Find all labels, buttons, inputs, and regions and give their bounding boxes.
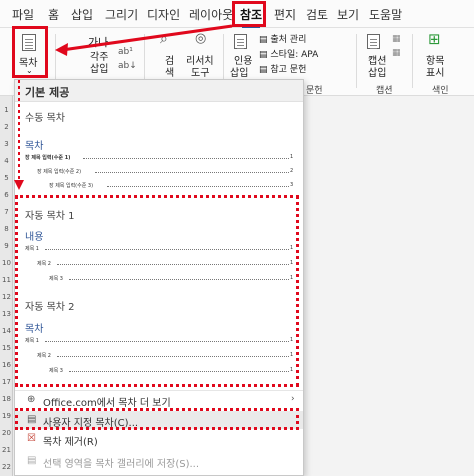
remove-toc-label: 목차 제거(R) xyxy=(43,437,98,448)
bibliography-label: 참고 문헌 xyxy=(270,65,307,75)
ruler-mark: 10 xyxy=(2,259,11,267)
style-value: APA xyxy=(301,50,319,60)
ruler-mark: 12 xyxy=(2,293,11,301)
preview-heading: 목차 xyxy=(25,141,44,152)
ruler-mark: 2 xyxy=(4,123,9,131)
tab-draw[interactable]: 그리기 xyxy=(105,6,138,23)
globe-icon: ⊕ xyxy=(27,394,36,405)
ruler-mark: 4 xyxy=(4,157,9,165)
gallery-item-name: 수동 목차 xyxy=(25,113,65,124)
toc-gallery-item-manual[interactable]: 수동 목차 목차 장 제목 입력(수준 1) 1 장 제목 입력(수준 2) 2… xyxy=(15,103,303,199)
tab-mailings[interactable]: 편지 xyxy=(274,6,296,23)
ruler-mark: 20 xyxy=(2,429,11,437)
preview-line: 장 제목 입력(수준 2) xyxy=(37,169,82,175)
tab-view[interactable]: 보기 xyxy=(337,6,359,23)
vertical-ruler: 1 2 3 4 5 6 7 8 9 10 11 12 13 14 15 16 1… xyxy=(0,96,13,476)
ruler-mark: 21 xyxy=(2,446,11,454)
researcher-label-2[interactable]: 도구 xyxy=(191,64,209,79)
manage-sources-label: 출처 관리 xyxy=(270,35,307,45)
panel-header: 기본 제공 xyxy=(15,80,303,102)
ruler-mark: 6 xyxy=(4,191,9,199)
preview-page: 3 xyxy=(290,182,294,188)
bibliography-button[interactable]: ▤ 참고 문헌 xyxy=(259,62,306,75)
remove-toc-item[interactable]: ☒ 목차 제거(R) xyxy=(15,430,303,448)
insert-caption-icon xyxy=(367,34,380,49)
mark-entry-icon[interactable]: ⊞ xyxy=(428,30,441,48)
tab-review[interactable]: 검토 xyxy=(306,6,328,23)
style-label: 스타일: xyxy=(270,50,299,60)
panel-header-label: 기본 제공 xyxy=(25,86,70,99)
footnote-next-icon[interactable]: ab↓ xyxy=(118,61,137,71)
ruler-mark: 18 xyxy=(2,395,11,403)
ruler-mark: 16 xyxy=(2,361,11,369)
tab-layout[interactable]: 레이아웃 xyxy=(189,6,233,23)
ruler-mark: 13 xyxy=(2,310,11,318)
ruler-mark: 17 xyxy=(2,378,11,386)
tab-design[interactable]: 디자인 xyxy=(147,6,180,23)
search-label-2[interactable]: 색 xyxy=(165,64,174,79)
style-select[interactable]: ▤ 스타일: APA xyxy=(259,47,318,60)
tab-home[interactable]: 홈 xyxy=(48,6,59,23)
save-to-gallery-label: 선택 영역을 목차 갤러리에 저장(S)... xyxy=(43,459,200,470)
bibliography-icon: ▤ xyxy=(259,65,268,75)
ruler-mark: 8 xyxy=(4,225,9,233)
ruler-mark: 3 xyxy=(4,140,9,148)
manage-sources-icon: ▤ xyxy=(259,35,268,45)
ruler-mark: 15 xyxy=(2,344,11,352)
more-toc-from-office-item[interactable]: ⊕ Office.com에서 목차 더 보기 › xyxy=(15,390,303,409)
ruler-mark: 9 xyxy=(4,242,9,250)
save-selection-icon: ▤ xyxy=(27,455,37,466)
ruler-mark: 14 xyxy=(2,327,11,335)
ruler-mark: 19 xyxy=(2,412,11,420)
ruler-mark: 1 xyxy=(4,106,9,114)
style-icon: ▤ xyxy=(259,50,268,60)
mark-entry-label-2[interactable]: 표시 xyxy=(426,64,444,79)
remove-toc-icon: ☒ xyxy=(27,433,36,444)
manage-sources-button[interactable]: ▤ 출처 관리 xyxy=(259,32,306,45)
ruler-mark: 7 xyxy=(4,208,9,216)
captions-group-name: 캡션 xyxy=(376,86,393,96)
researcher-icon[interactable]: ◎ xyxy=(195,31,206,46)
more-toc-label: Office.com에서 목차 더 보기 xyxy=(43,398,171,409)
toc-button-highlight xyxy=(12,26,48,78)
tab-help[interactable]: 도움말 xyxy=(369,6,402,23)
citations-group-name: 문헌 xyxy=(306,86,323,96)
auto-toc-highlight xyxy=(15,195,299,387)
ruler-mark: 5 xyxy=(4,174,9,182)
preview-page: 1 xyxy=(290,154,294,160)
references-tab-highlight xyxy=(232,1,266,27)
insert-citation-label-2[interactable]: 삽입 xyxy=(230,64,248,79)
tab-insert[interactable]: 삽입 xyxy=(71,6,93,23)
insert-citation-icon xyxy=(234,34,247,49)
chevron-right-icon: › xyxy=(291,394,295,404)
footnote-insert-label-2[interactable]: 삽입 xyxy=(90,60,108,75)
cross-reference-icon[interactable]: ▦ xyxy=(392,48,401,58)
preview-line: 장 제목 입력(수준 1) xyxy=(25,155,71,161)
tab-file[interactable]: 파일 xyxy=(12,6,34,23)
insert-caption-label-2[interactable]: 삽입 xyxy=(368,64,386,79)
save-to-gallery-item[interactable]: ▤ 선택 영역을 목차 갤러리에 저장(S)... xyxy=(15,452,303,470)
caption-options-icon[interactable]: ▦ xyxy=(392,34,401,44)
preview-page: 2 xyxy=(290,168,294,174)
ruler-mark: 11 xyxy=(2,276,11,284)
ruler-mark: 22 xyxy=(2,463,11,471)
index-group-name: 색인 xyxy=(432,86,449,96)
footnote-small-icon[interactable]: ab¹ xyxy=(118,47,133,57)
preview-line: 장 제목 입력(수준 3) xyxy=(49,183,94,189)
search-icon[interactable]: ⌕ xyxy=(160,31,168,47)
custom-toc-highlight xyxy=(15,408,299,430)
